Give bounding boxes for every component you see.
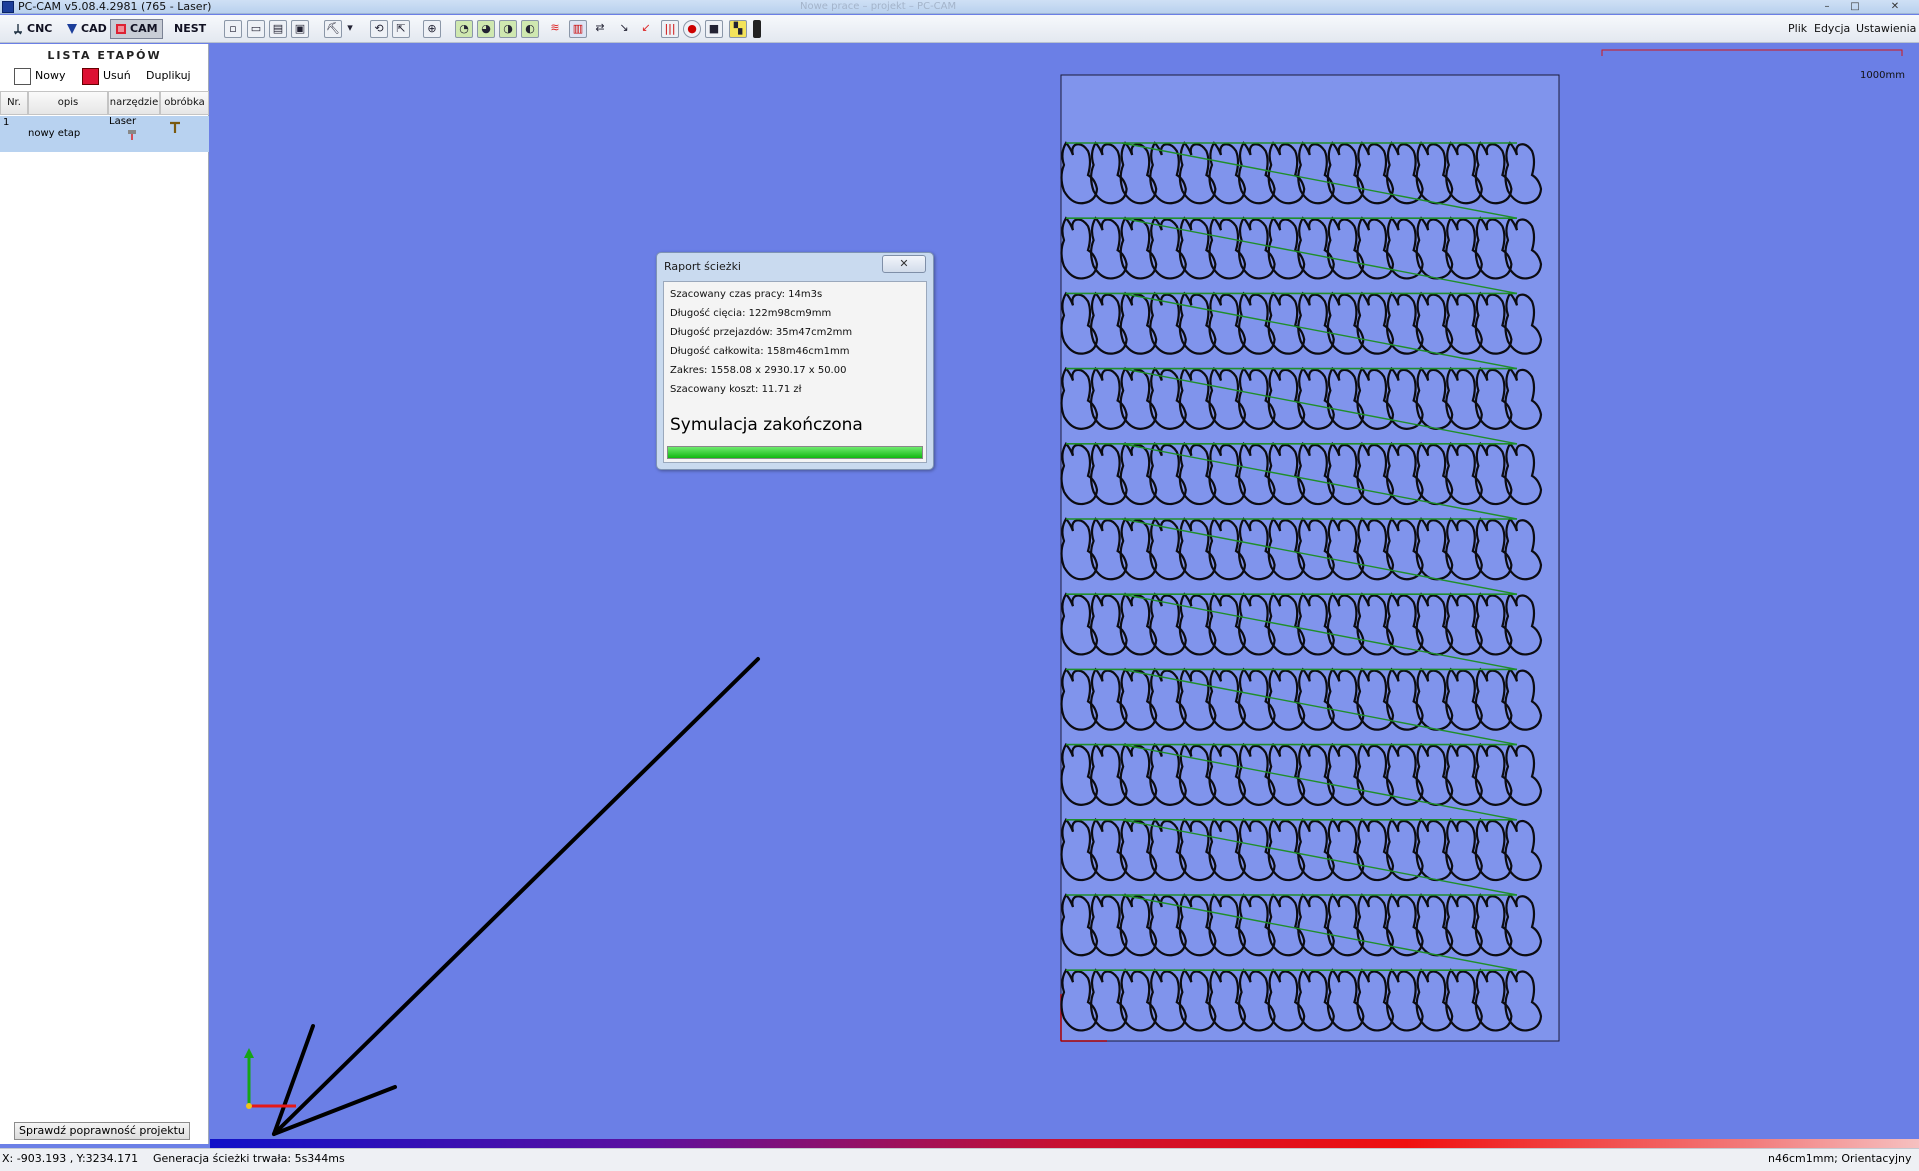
indicator-icon — [753, 20, 761, 38]
bars-icon[interactable]: ||| — [661, 20, 679, 38]
annotation-arrow — [272, 657, 760, 1136]
processing-type-icon — [170, 121, 180, 133]
scale-label: 1000mm — [1860, 70, 1905, 81]
target-icon[interactable]: ⊕ — [423, 20, 441, 38]
duplicate-stage-button[interactable]: Duplikuj — [146, 67, 191, 85]
status-bar: X: -903.193 , Y:3234.171 Generacja ścież… — [0, 1148, 1919, 1171]
maximize-button[interactable]: □ — [1843, 0, 1867, 13]
stop-icon[interactable]: ■ — [705, 20, 723, 38]
mode-cam-tab[interactable]: CAM — [110, 19, 163, 39]
simulation-progress-bar — [667, 446, 923, 459]
mode-cnc-tab[interactable]: CNC — [8, 19, 56, 39]
path-icon-3[interactable]: ◑ — [499, 20, 517, 38]
report-close-button[interactable]: ✕ — [882, 255, 926, 273]
report-line-range: Zakres: 1558.08 x 2930.17 x 50.00 — [670, 365, 847, 376]
stage-description: nowy etap — [28, 128, 81, 139]
delete-stage-label: Usuń — [103, 69, 131, 82]
cursor-coordinates: X: -903.193 , Y:3234.171 — [2, 1152, 139, 1165]
delete-stage-icon — [82, 67, 99, 85]
report-title: Raport ścieżki — [664, 260, 741, 273]
window-title: PC-CAM v5.08.4.2981 (765 - Laser) — [18, 0, 212, 13]
tool-select-icon[interactable]: ⛏ — [324, 20, 342, 38]
material-icon[interactable]: ▥ — [569, 20, 587, 38]
new-stage-icon — [14, 67, 31, 85]
open-folder-icon[interactable]: ▤ — [269, 20, 287, 38]
mode-cnc-label: CNC — [27, 22, 53, 35]
report-line-travel-length: Długość przejazdów: 35m47cm2mm — [670, 327, 853, 338]
delete-stage-button[interactable]: Usuń — [82, 67, 131, 85]
stage-tool: Laser — [109, 116, 137, 127]
rotate-icon[interactable]: ⟲ — [370, 20, 388, 38]
new-stage-label: Nowy — [35, 69, 66, 82]
path-icon-4[interactable]: ◐ — [521, 20, 539, 38]
new-stage-button[interactable]: Nowy — [14, 67, 65, 85]
layers-icon[interactable]: ≋ — [546, 20, 564, 38]
verify-project-button[interactable]: Sprawdź poprawność projektu — [14, 1122, 190, 1140]
canvas-drawing: 1000mm — [244, 49, 1905, 1136]
cam-canvas[interactable]: 1000mm Raport ścieżki ✕ Szacowany czas p… — [210, 44, 1919, 1139]
scale-bar — [1601, 49, 1903, 56]
report-line-time: Szacowany czas pracy: 14m3s — [670, 289, 823, 300]
arrows-icon[interactable]: ⇄ — [591, 20, 609, 38]
mode-cad-label: CAD — [81, 22, 107, 35]
cnc-icon — [14, 24, 22, 35]
stage-list-heading: LISTA ETAPÓW — [47, 49, 162, 62]
cad-icon — [67, 24, 77, 34]
column-header-nr[interactable]: Nr. — [0, 91, 28, 115]
dropdown-icon[interactable]: ▾ — [344, 20, 356, 38]
report-line-cost: Szacowany koszt: 11.71 zł — [670, 384, 802, 395]
gradient-bar — [210, 1139, 1919, 1148]
mode-cad-tab[interactable]: CAD — [62, 19, 111, 39]
path-icon-2[interactable]: ◕ — [477, 20, 495, 38]
column-header-processing[interactable]: obróbka — [160, 91, 209, 115]
mode-nest-label: NEST — [174, 22, 207, 35]
status-summary: n46cm1mm; Orientacyjny cz — [1768, 1152, 1912, 1165]
report-line-cut-length: Długość cięcia: 122m98cm9mm — [670, 308, 832, 319]
lead-out-icon[interactable]: ↙ — [637, 20, 655, 38]
report-body: Szacowany czas pracy: 14m3s Długość cięc… — [663, 281, 927, 463]
minimize-button[interactable]: – — [1815, 0, 1839, 13]
export-icon[interactable]: ⇱ — [392, 20, 410, 38]
new-template-icon[interactable]: ▭ — [247, 20, 265, 38]
column-header-description[interactable]: opis — [28, 91, 108, 115]
report-line-total-length: Długość całkowita: 158m46cm1mm — [670, 346, 850, 357]
menu-edit[interactable]: Edycja — [1814, 22, 1850, 35]
stage-number: 1 — [3, 117, 10, 128]
stage-row[interactable]: 1 nowy etap Laser — [0, 116, 209, 152]
column-header-tool[interactable]: narzędzie — [108, 91, 160, 115]
laser-tool-icon — [128, 130, 136, 140]
record-icon[interactable]: ● — [683, 20, 701, 38]
main-toolbar: CNC CAD CAM NEST ▫ ▭ ▤ ▣ ⛏ ▾ ⟲ ⇱ ⊕ ◔ ◕ ◑… — [0, 15, 1919, 43]
lead-in-icon[interactable]: ↘ — [615, 20, 633, 38]
title-bar: PC-CAM v5.08.4.2981 (765 - Laser) Nowe p… — [0, 0, 1919, 14]
mode-cam-label: CAM — [130, 22, 158, 35]
menu-settings[interactable]: Ustawienia — [1856, 22, 1916, 35]
mode-nest-tab[interactable]: NEST — [170, 19, 210, 39]
new-file-icon[interactable]: ▫ — [224, 20, 242, 38]
path-report-dialog: Raport ścieżki ✕ Szacowany czas pracy: 1… — [656, 252, 934, 470]
save-icon[interactable]: ▣ — [291, 20, 309, 38]
path-icon-1[interactable]: ◔ — [455, 20, 473, 38]
duplicate-stage-label: Duplikuj — [146, 69, 191, 82]
simulation-status: Symulacja zakończona — [670, 415, 863, 435]
app-icon — [2, 1, 14, 13]
checker-icon[interactable]: ▚ — [729, 20, 747, 38]
status-message: Generacja ścieżki trwała: 5s344ms — [153, 1152, 345, 1165]
close-window-button[interactable]: ✕ — [1883, 0, 1907, 13]
stage-list-panel: LISTA ETAPÓW Nowy Usuń Duplikuj Nr. opis… — [0, 44, 209, 1144]
cam-icon — [116, 24, 126, 34]
background-window-title: Nowe prace – projekt – PC-CAM — [800, 1, 957, 12]
simulation-progress-fill — [668, 447, 922, 458]
menu-file[interactable]: Plik — [1788, 22, 1807, 35]
